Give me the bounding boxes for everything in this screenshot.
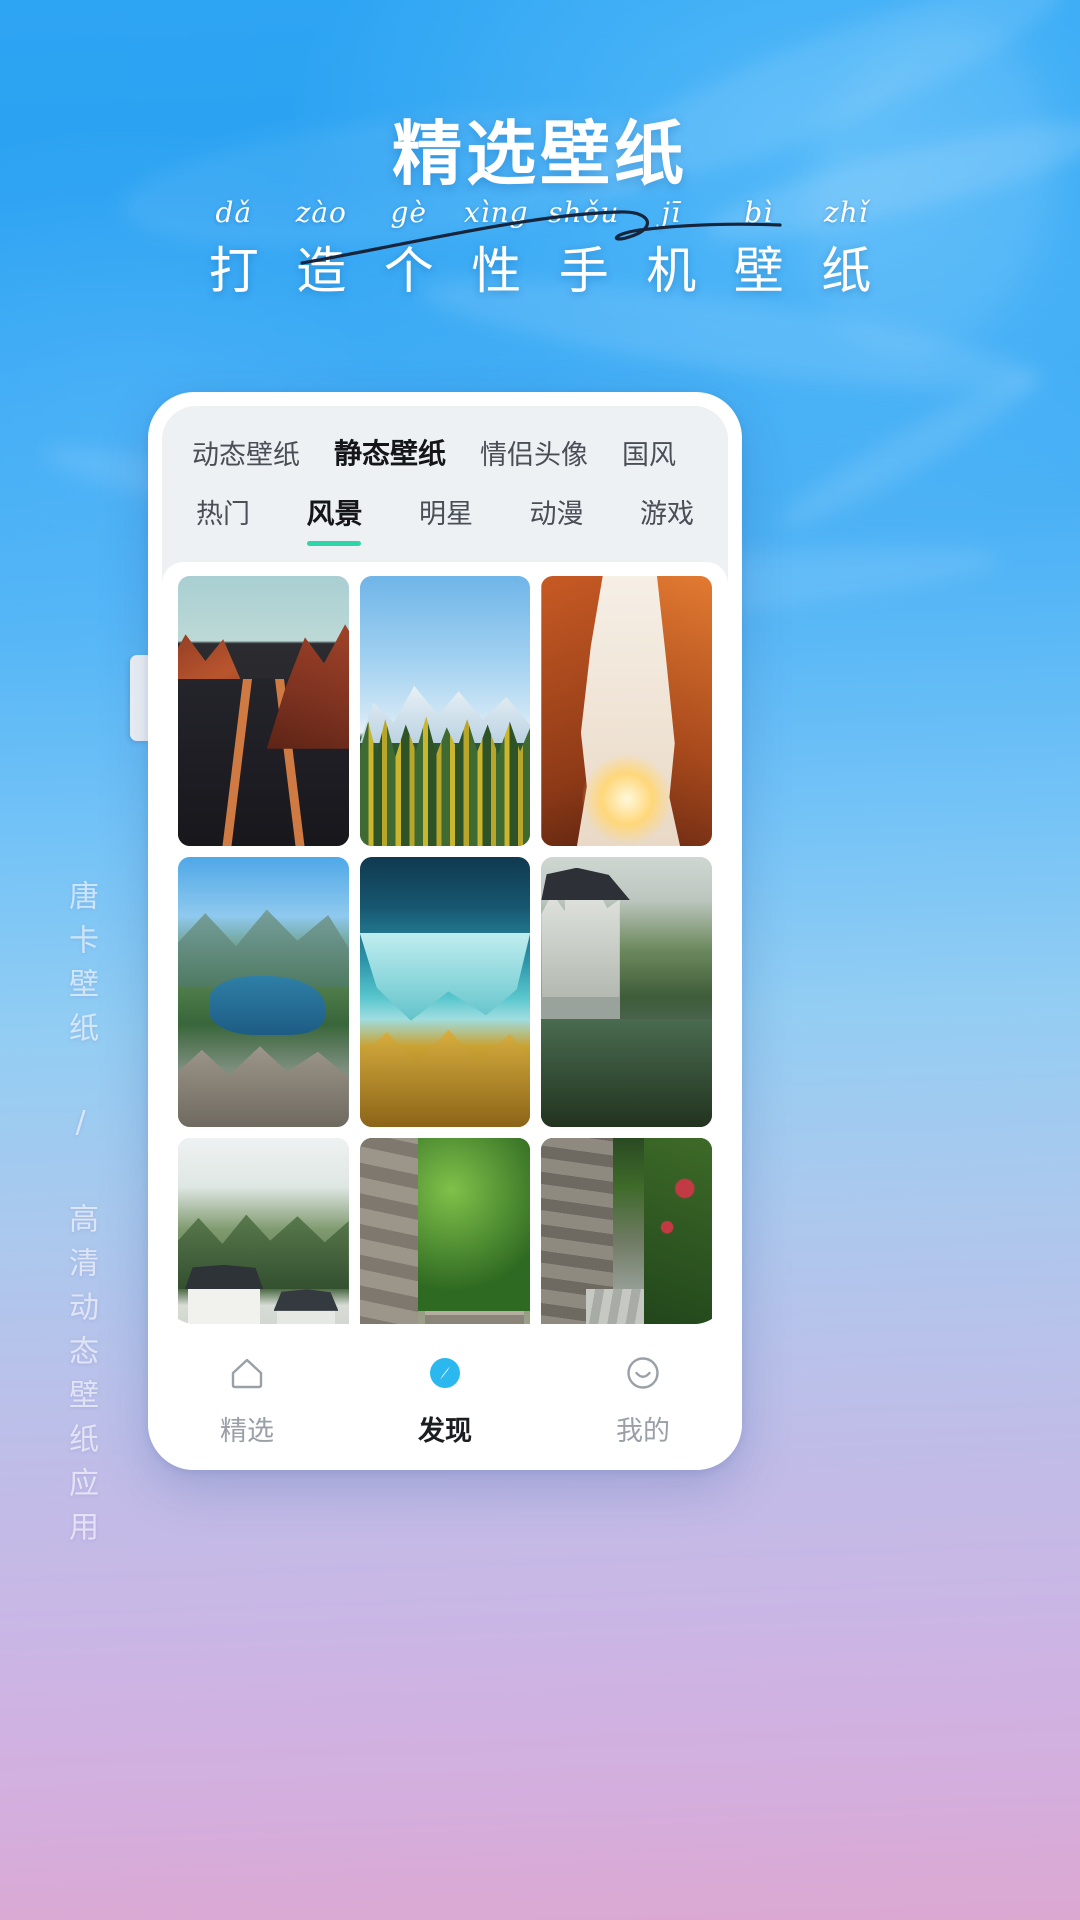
tab-label: 热门 xyxy=(196,499,250,530)
tab-anime[interactable]: 动漫 xyxy=(529,492,583,545)
tab-label: 明星 xyxy=(418,499,473,530)
tab-celebrity[interactable]: 明星 xyxy=(419,492,473,545)
tab-couple-avatar[interactable]: 情侣头像 xyxy=(480,433,588,472)
tab-hot[interactable]: 热门 xyxy=(196,492,250,545)
phone-screen: 动态壁纸 静态壁纸 情侣头像 国风 热门 风景 明星 动漫 游戏 xyxy=(162,406,728,1324)
home-icon xyxy=(231,1358,263,1388)
nav-item-discover[interactable]: 发现 xyxy=(370,1351,520,1448)
wallpaper-thumb-canyon-arch-sunset[interactable] xyxy=(541,576,712,846)
wallpaper-thumb-desert-road[interactable] xyxy=(178,576,349,846)
wallpaper-thumb-white-village[interactable] xyxy=(178,1138,349,1324)
nav-item-featured[interactable]: 精选 xyxy=(172,1351,322,1448)
vertical-brand-text: 唐卡壁纸 / 高清动态壁纸应用 xyxy=(63,880,98,1555)
secondary-tab-bar: 热门 风景 明星 动漫 游戏 xyxy=(162,484,728,546)
wallpaper-thumb-turquoise-waterfall[interactable] xyxy=(359,857,531,1127)
tab-label: 游戏 xyxy=(639,499,694,530)
nav-label: 我的 xyxy=(616,1415,670,1447)
wallpaper-thumb-snow-mountain-forest[interactable] xyxy=(359,576,531,846)
pinyin-syllable: zhǐ xyxy=(823,195,869,229)
underline-swoosh-icon xyxy=(300,210,782,265)
tab-label: 动漫 xyxy=(529,499,584,530)
tab-dynamic-wallpaper[interactable]: 动态壁纸 xyxy=(192,433,300,472)
wallpaper-thumb-stone-alley[interactable] xyxy=(541,1138,712,1324)
tab-game[interactable]: 游戏 xyxy=(640,492,694,545)
tab-scenery[interactable]: 风景 xyxy=(306,492,363,546)
nav-label: 发现 xyxy=(418,1415,472,1447)
wallpaper-thumb-stone-stairway[interactable] xyxy=(359,1138,531,1324)
wallpaper-grid xyxy=(178,576,712,1324)
primary-tab-bar: 动态壁纸 静态壁纸 情侣头像 国风 xyxy=(162,406,728,484)
tab-static-wallpaper[interactable]: 静态壁纸 xyxy=(334,432,446,472)
wallpaper-thumb-lake-valley[interactable] xyxy=(178,857,349,1127)
nav-item-mine[interactable]: 我的 xyxy=(568,1351,718,1448)
phone-side-button xyxy=(130,655,150,741)
hanzi-char: 纸 xyxy=(821,241,872,300)
page-title: 精选壁纸 xyxy=(392,113,688,195)
smiley-face-icon xyxy=(627,1356,659,1389)
compass-icon xyxy=(430,1357,460,1388)
nav-label: 精选 xyxy=(220,1415,274,1447)
poster-header: 精选壁纸 dǎ zào gè xìng shǒu jī bì zhǐ 打 造 个… xyxy=(0,113,1080,303)
phone-mockup: 动态壁纸 静态壁纸 情侣头像 国风 热门 风景 明星 动漫 游戏 精选 发现 我… xyxy=(148,392,742,1470)
tab-guofeng[interactable]: 国风 xyxy=(622,433,676,472)
tab-label: 风景 xyxy=(306,497,363,530)
pinyin-syllable: dǎ xyxy=(215,195,253,229)
tab-underline-active xyxy=(307,541,362,546)
wallpaper-grid-container xyxy=(162,562,728,1324)
hanzi-char: 打 xyxy=(208,241,259,300)
bottom-navigation-bar: 精选 发现 我的 xyxy=(148,1338,742,1470)
wallpaper-thumb-ancient-town-canal[interactable] xyxy=(541,857,712,1127)
